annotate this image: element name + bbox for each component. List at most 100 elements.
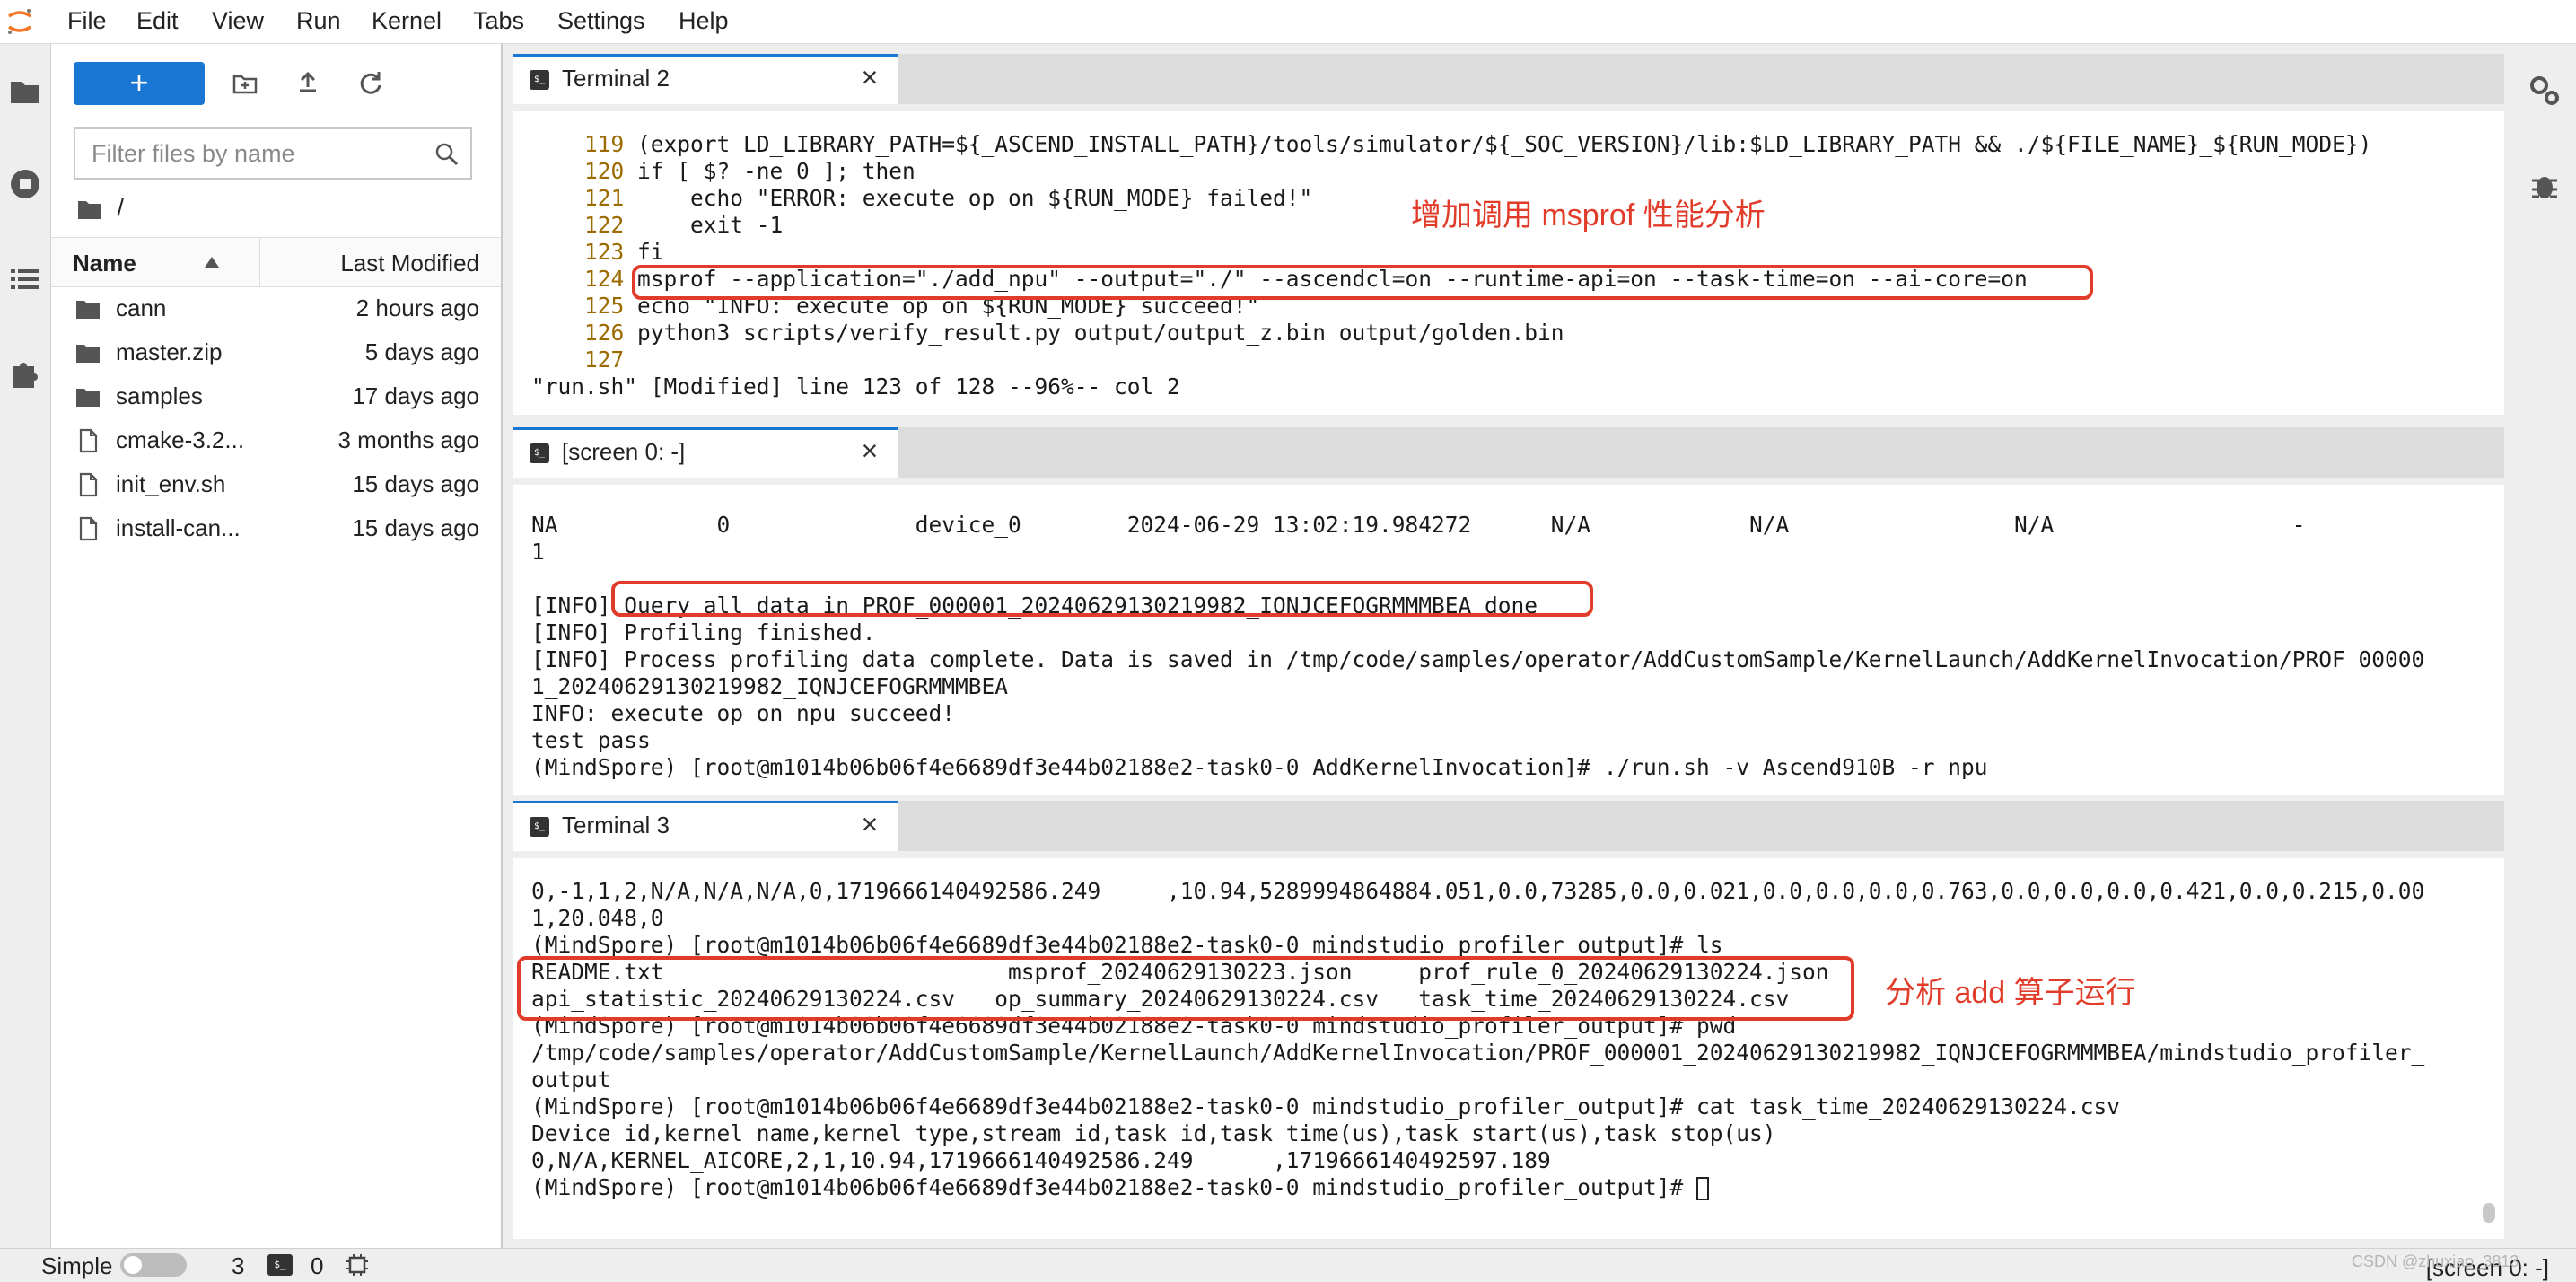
file-name: master.zip — [116, 338, 223, 365]
jupyter-logo-icon — [8, 9, 31, 34]
terminal-line: 1 — [531, 539, 2424, 566]
line-text: output — [531, 1067, 611, 1093]
refresh-icon[interactable] — [349, 62, 392, 105]
line-text: (MindSpore) [root@m1014b06b06f4e6689df3e… — [531, 1093, 2121, 1120]
terminal-line: (MindSpore) [root@m1014b06b06f4e6689df3e… — [531, 1093, 2424, 1120]
file-row[interactable]: install-can... 15 days ago — [51, 506, 501, 550]
file-browser-panel: + Filter files by name / Name Last Modif… — [51, 44, 503, 1248]
simple-mode-label: Simple — [41, 1252, 113, 1279]
line-text: 0,N/A,KERNEL_AICORE,2,1,10.94,1719666140… — [531, 1147, 1551, 1173]
simple-mode-toggle[interactable] — [120, 1253, 187, 1277]
terminal-line: [INFO] Process profiling data complete. … — [531, 646, 2424, 673]
tab-title: [screen 0: -] — [562, 438, 686, 465]
tab-terminal-2[interactable]: $_ Terminal 2 × — [513, 54, 898, 105]
file-row[interactable]: init_env.sh 15 days ago — [51, 462, 501, 506]
terminal-count-icon: $_ — [267, 1254, 293, 1276]
tab-screen-0[interactable]: $_ [screen 0: -] × — [513, 427, 898, 479]
tab-title: Terminal 3 — [562, 812, 670, 839]
close-icon[interactable]: × — [854, 435, 885, 466]
file-row[interactable]: master.zip 5 days ago — [51, 330, 501, 374]
left-activity-bar — [0, 44, 51, 1248]
highlight-box — [517, 956, 1854, 1021]
terminal-line: (MindSpore) [root@m1014b06b06f4e6689df3e… — [531, 932, 2424, 959]
extension-puzzle-icon[interactable] — [5, 354, 45, 393]
file-icon — [79, 516, 98, 541]
folder-icon — [76, 301, 100, 319]
line-text: echo "ERROR: execute op on ${RUN_MODE} f… — [624, 185, 1313, 211]
property-inspector-gears-icon[interactable] — [2525, 71, 2564, 110]
breadcrumb[interactable]: / — [76, 194, 124, 222]
table-of-contents-icon[interactable] — [5, 259, 45, 299]
terminal-line: /tmp/code/samples/operator/AddCustomSamp… — [531, 1040, 2424, 1067]
file-list-header: Name Last Modified — [51, 237, 501, 287]
debugger-bug-icon[interactable] — [2525, 166, 2564, 206]
column-modified-header[interactable]: Last Modified — [340, 250, 479, 277]
folder-icon — [76, 345, 100, 363]
terminal-line: 1_20240629130219982_IQNJCEFOGRMMMBEA — [531, 673, 2424, 700]
menu-settings[interactable]: Settings — [557, 7, 645, 35]
terminal-line: 0,N/A,KERNEL_AICORE,2,1,10.94,1719666140… — [531, 1147, 2424, 1174]
line-number: 120 — [584, 158, 625, 184]
close-icon[interactable]: × — [854, 809, 885, 839]
home-folder-icon — [78, 200, 101, 219]
terminal-icon: $_ — [530, 443, 549, 463]
filter-files-input[interactable]: Filter files by name — [74, 127, 472, 180]
line-number: 123 — [584, 239, 625, 265]
terminal-line: Device_id,kernel_name,kernel_type,stream… — [531, 1120, 2424, 1147]
terminal-2-panel[interactable]: 119 (export LD_LIBRARY_PATH=${_ASCEND_IN… — [513, 104, 2504, 415]
file-name: install-can... — [116, 514, 241, 541]
line-number: 126 — [584, 320, 625, 346]
close-icon[interactable]: × — [854, 62, 885, 92]
highlight-box — [611, 581, 1593, 617]
file-modified: 17 days ago — [352, 382, 479, 409]
scrollbar-thumb[interactable] — [2483, 1203, 2495, 1223]
sort-ascending-icon — [205, 257, 219, 268]
breadcrumb-path: / — [117, 194, 125, 221]
terminal-line: output — [531, 1067, 2424, 1093]
line-text: (MindSpore) [root@m1014b06b06f4e6689df3e… — [531, 932, 1723, 958]
file-row[interactable]: cann 2 hours ago — [51, 286, 501, 330]
terminal-line: NA 0 device_0 2024-06-29 13:02:19.984272… — [531, 512, 2424, 539]
line-text: Device_id,kernel_name,kernel_type,stream… — [531, 1120, 1776, 1146]
file-icon — [79, 428, 98, 453]
new-folder-icon[interactable] — [223, 62, 267, 105]
menu-kernel[interactable]: Kernel — [372, 7, 442, 35]
terminal-2-tabbar: $_ Terminal 2 × — [513, 54, 2504, 105]
folder-icon[interactable] — [5, 71, 45, 110]
menu-help[interactable]: Help — [679, 7, 729, 35]
column-name-header[interactable]: Name — [73, 250, 136, 277]
menu-run[interactable]: Run — [296, 7, 341, 35]
line-number: 125 — [584, 293, 625, 319]
menu-tabs[interactable]: Tabs — [473, 7, 524, 35]
menu-edit[interactable]: Edit — [136, 7, 179, 35]
file-row[interactable]: cmake-3.2... 3 months ago — [51, 418, 501, 462]
running-sessions-icon[interactable] — [5, 164, 45, 204]
file-row[interactable]: samples 17 days ago — [51, 374, 501, 418]
terminal-3-panel[interactable]: 0,-1,1,2,N/A,N/A,N/A,0,1719666140492586.… — [513, 851, 2504, 1239]
line-number: 127 — [584, 347, 625, 373]
terminal-line: 0,-1,1,2,N/A,N/A,N/A,0,1719666140492586.… — [531, 878, 2424, 905]
line-text: 1,20.048,0 — [531, 905, 664, 931]
terminal-3-tabbar: $_ Terminal 3 × — [513, 801, 2504, 852]
terminal-line: 127 — [531, 347, 2371, 373]
terminal-count: 0 — [311, 1252, 324, 1279]
line-text: if [ $? -ne 0 ]; then — [624, 158, 916, 184]
screen-0-panel[interactable]: NA 0 device_0 2024-06-29 13:02:19.984272… — [513, 478, 2504, 795]
upload-icon[interactable] — [286, 62, 329, 105]
file-name: cann — [116, 294, 167, 321]
line-text: exit -1 — [624, 212, 784, 238]
annotation-note: 增加调用 msprof 性能分析 — [1411, 198, 1766, 233]
line-number: 122 — [584, 212, 625, 238]
terminal-3-output: 0,-1,1,2,N/A,N/A,N/A,0,1719666140492586.… — [531, 878, 2424, 1201]
new-launcher-button[interactable]: + — [74, 62, 205, 105]
line-text: 1 — [531, 539, 545, 565]
terminal-line: 119 (export LD_LIBRARY_PATH=${_ASCEND_IN… — [531, 131, 2371, 158]
menu-file[interactable]: File — [67, 7, 107, 35]
line-number: 121 — [584, 185, 625, 211]
tab-terminal-3[interactable]: $_ Terminal 3 × — [513, 801, 898, 852]
menu-view[interactable]: View — [212, 7, 264, 35]
terminal-line: test pass — [531, 727, 2424, 754]
line-text: INFO: execute op on npu succeed! — [531, 700, 956, 726]
file-modified: 5 days ago — [364, 338, 479, 365]
terminal-icon: $_ — [530, 70, 549, 90]
